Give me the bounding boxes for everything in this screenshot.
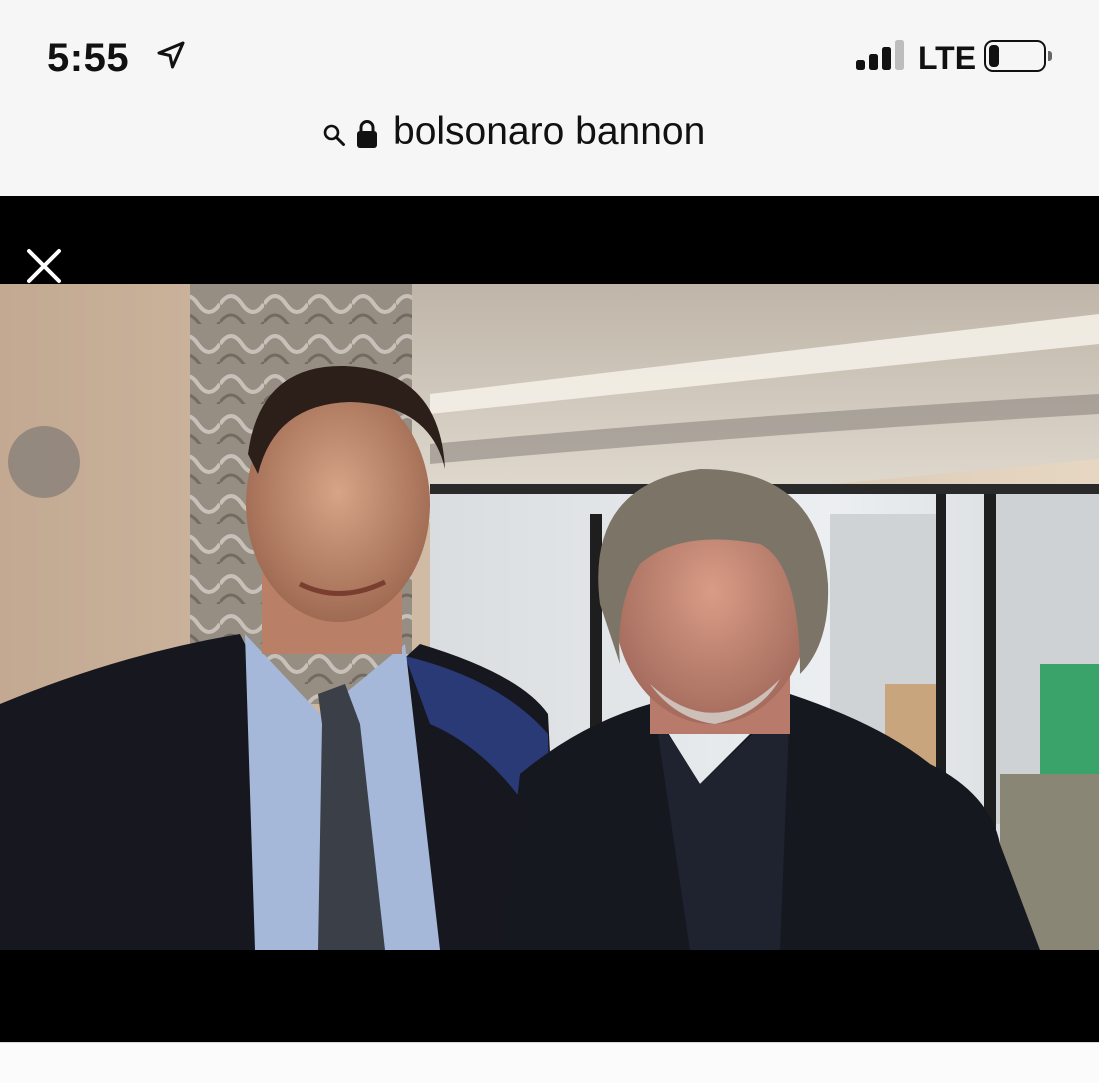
battery-level-fill — [989, 45, 999, 67]
search-query-text[interactable]: bolsonaro bannon — [393, 110, 705, 154]
carrier-label: LTE — [918, 40, 977, 76]
location-arrow-icon — [157, 41, 185, 69]
battery-cap — [1048, 51, 1052, 61]
cellular-signal-icon — [856, 40, 904, 70]
page-bottom — [0, 1042, 1099, 1083]
status-bar: 5:55 LTE — [0, 0, 1099, 100]
search-icon — [323, 124, 345, 146]
status-time: 5:55 — [47, 36, 130, 80]
close-button[interactable] — [8, 426, 80, 498]
address-bar[interactable]: bolsonaro bannon — [0, 104, 1099, 164]
close-icon — [27, 249, 61, 283]
lock-icon — [357, 120, 377, 148]
image-viewer[interactable] — [0, 196, 1099, 1042]
photo — [0, 284, 1099, 950]
battery-icon — [984, 40, 1052, 72]
